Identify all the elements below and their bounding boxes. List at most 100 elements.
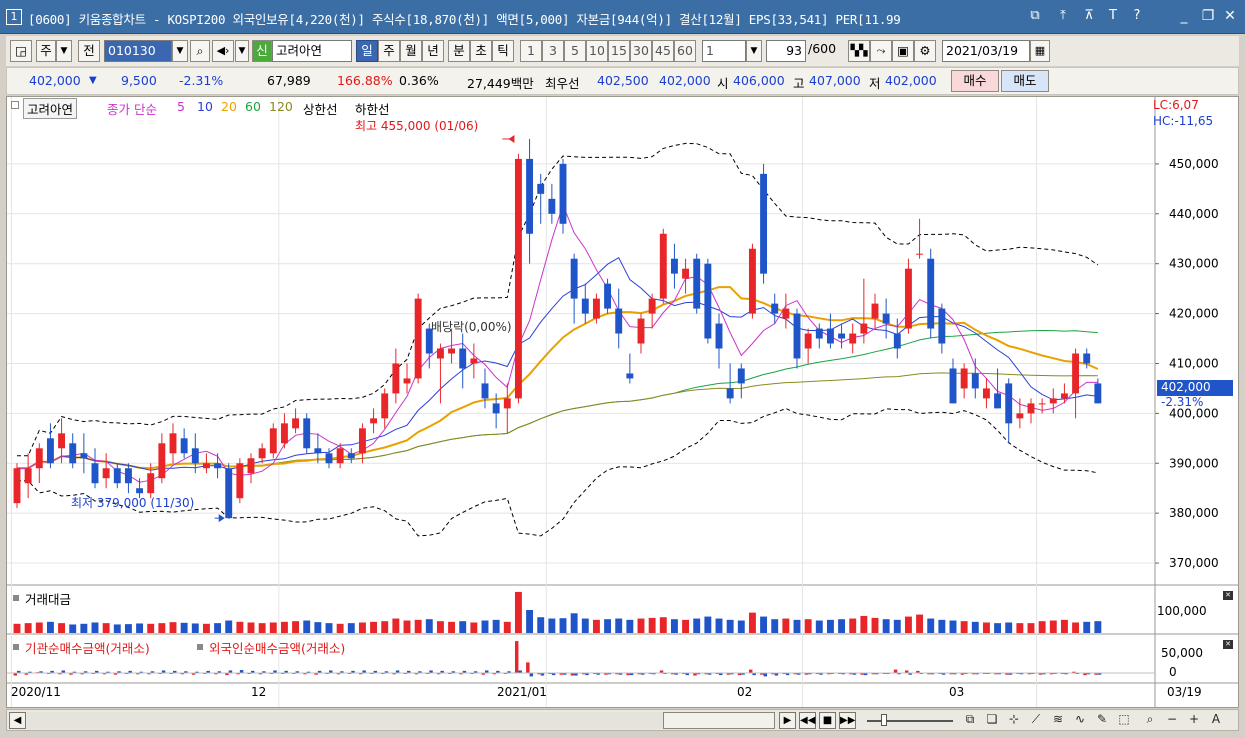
down-arrow-icon: ▼	[89, 75, 97, 86]
period-type-select[interactable]: 주	[36, 40, 56, 62]
draw-icon[interactable]: ✎	[1093, 712, 1111, 726]
save-icon[interactable]: ▣	[892, 40, 914, 62]
calendar-icon[interactable]: ▦	[1030, 40, 1050, 62]
volume-bar	[982, 622, 990, 633]
speaker-dropdown-icon[interactable]: ▼	[235, 40, 249, 62]
scroll-right-icon[interactable]: ▶	[779, 712, 796, 729]
stock-code-input[interactable]: 010130	[104, 40, 172, 62]
volume-bar	[314, 622, 322, 633]
x-label-03: 03	[949, 685, 965, 699]
candle-body	[370, 418, 378, 424]
multiplier-dropdown-icon[interactable]: ▼	[746, 40, 762, 62]
price-change: 9,500	[121, 73, 157, 88]
interval-30-button[interactable]: 30	[630, 40, 652, 62]
volume-bar	[169, 622, 177, 633]
speaker-icon[interactable]: ◀›	[212, 40, 234, 62]
volume-bar	[280, 621, 288, 633]
tab-period-day[interactable]: 일	[356, 40, 378, 62]
chart-type-icon[interactable]: ⤳	[870, 40, 892, 62]
zoom-in-icon[interactable]: +	[1185, 712, 1203, 726]
fast-forward-icon[interactable]: ▶▶	[839, 712, 856, 729]
candle-body	[247, 458, 255, 474]
restore-button[interactable]: ❐	[1198, 8, 1218, 24]
volume-bar	[425, 619, 433, 633]
volume-value: 67,989	[267, 73, 311, 88]
candle-body	[604, 283, 612, 309]
wave-icon[interactable]: ∿	[1071, 712, 1089, 726]
restore-icon[interactable]: ⧉	[1026, 8, 1044, 23]
volume-bar	[793, 619, 801, 633]
date-input[interactable]: 2021/03/19	[942, 40, 1030, 62]
interval-15-button[interactable]: 15	[608, 40, 630, 62]
help-icon[interactable]: ?	[1128, 8, 1146, 23]
text-tool-icon[interactable]: A	[1207, 712, 1225, 726]
pin-icon[interactable]: ⤒	[1054, 8, 1072, 23]
fibonacci-icon[interactable]: ≋	[1049, 712, 1067, 726]
trendline-icon[interactable]: ⟋	[1027, 712, 1045, 727]
interval-10-button[interactable]: 10	[586, 40, 608, 62]
scroll-thumb[interactable]	[663, 712, 775, 729]
tab-period-week[interactable]: 주	[378, 40, 400, 62]
buy-button[interactable]: 매수	[951, 70, 999, 92]
sell-button[interactable]: 매도	[1001, 70, 1049, 92]
gear-icon[interactable]: ⚙	[914, 40, 936, 62]
tab-period-year[interactable]: 년	[422, 40, 444, 62]
best-ask: 402,500	[597, 73, 649, 88]
fix-icon[interactable]: ⊼	[1080, 8, 1098, 23]
candle-body	[24, 468, 32, 484]
zoom-icon[interactable]: ⌕	[1141, 712, 1159, 727]
scroll-track[interactable]	[27, 712, 663, 729]
candle-body	[169, 433, 177, 454]
rewind-icon[interactable]: ◀◀	[799, 712, 816, 729]
volume-bar	[860, 615, 868, 633]
text-icon[interactable]: T	[1104, 8, 1122, 23]
price-axis: 450,000440,000430,000420,000410,000400,0…	[1155, 157, 1219, 570]
interval-3-button[interactable]: 3	[542, 40, 564, 62]
legend-stock-name[interactable]: 고려아연	[23, 98, 78, 119]
minimize-button[interactable]: _	[1174, 8, 1194, 24]
candle-body	[815, 328, 823, 339]
price-chart[interactable]: 450,000440,000430,000420,000410,000400,0…	[7, 97, 1238, 707]
chevron-down-icon[interactable]: ▼	[56, 40, 72, 62]
tab-period-month[interactable]: 월	[400, 40, 422, 62]
copy-icon[interactable]: ⧉	[961, 712, 979, 727]
tab-period-minute[interactable]: 분	[448, 40, 470, 62]
high-price: 407,000	[809, 73, 861, 88]
candle-body	[459, 348, 467, 369]
volume-bar	[626, 619, 634, 633]
interval-45-button[interactable]: 45	[652, 40, 674, 62]
stock-name-field[interactable]: 고려아연	[272, 40, 352, 62]
zoom-slider-handle[interactable]	[881, 714, 887, 726]
multiplier-input[interactable]: 1	[702, 40, 746, 62]
window-copy-icon[interactable]: ❏	[983, 712, 1001, 726]
volume-bar	[247, 622, 255, 633]
candle-body	[436, 348, 444, 359]
crosshair-icon[interactable]: ⊹	[1005, 712, 1023, 726]
zoom-slider[interactable]	[867, 720, 953, 722]
close-button[interactable]: ✕	[1220, 8, 1240, 24]
layout-icon[interactable]: ◲	[10, 40, 32, 62]
count-input[interactable]: 93	[766, 40, 806, 62]
netbuy-panel-close-icon[interactable]: ✕	[1223, 640, 1233, 649]
window-title: [0600] 키움종합차트 - KOSPI200 외국인보유[4,220(천)]…	[28, 12, 901, 27]
scroll-left-icon[interactable]: ◀	[9, 712, 26, 729]
chart-panel[interactable]: 450,000 440,000 430,000 420,000 410,000 400,0…	[6, 96, 1239, 708]
volume-bar	[715, 618, 723, 633]
interval-1-button[interactable]: 1	[520, 40, 542, 62]
stock-code-dropdown-icon[interactable]: ▼	[172, 40, 188, 62]
indicator-icon[interactable]: ▚▚	[848, 40, 870, 62]
foreign-netbuy-bar	[763, 673, 768, 677]
institution-netbuy-bar	[526, 662, 530, 673]
shape-icon[interactable]: ⬚	[1115, 712, 1133, 726]
interval-5-button[interactable]: 5	[564, 40, 586, 62]
zoom-out-icon[interactable]: −	[1163, 712, 1181, 726]
tab-period-second[interactable]: 초	[470, 40, 492, 62]
candle-body	[1016, 413, 1024, 419]
interval-60-button[interactable]: 60	[674, 40, 696, 62]
stop-icon[interactable]: ■	[819, 712, 836, 729]
tab-period-tick[interactable]: 틱	[492, 40, 514, 62]
market-type-button[interactable]: 전	[78, 40, 100, 62]
volume-panel-close-icon[interactable]: ✕	[1223, 591, 1233, 600]
search-icon[interactable]: ⌕	[190, 40, 210, 62]
volume-bar	[1094, 621, 1102, 633]
